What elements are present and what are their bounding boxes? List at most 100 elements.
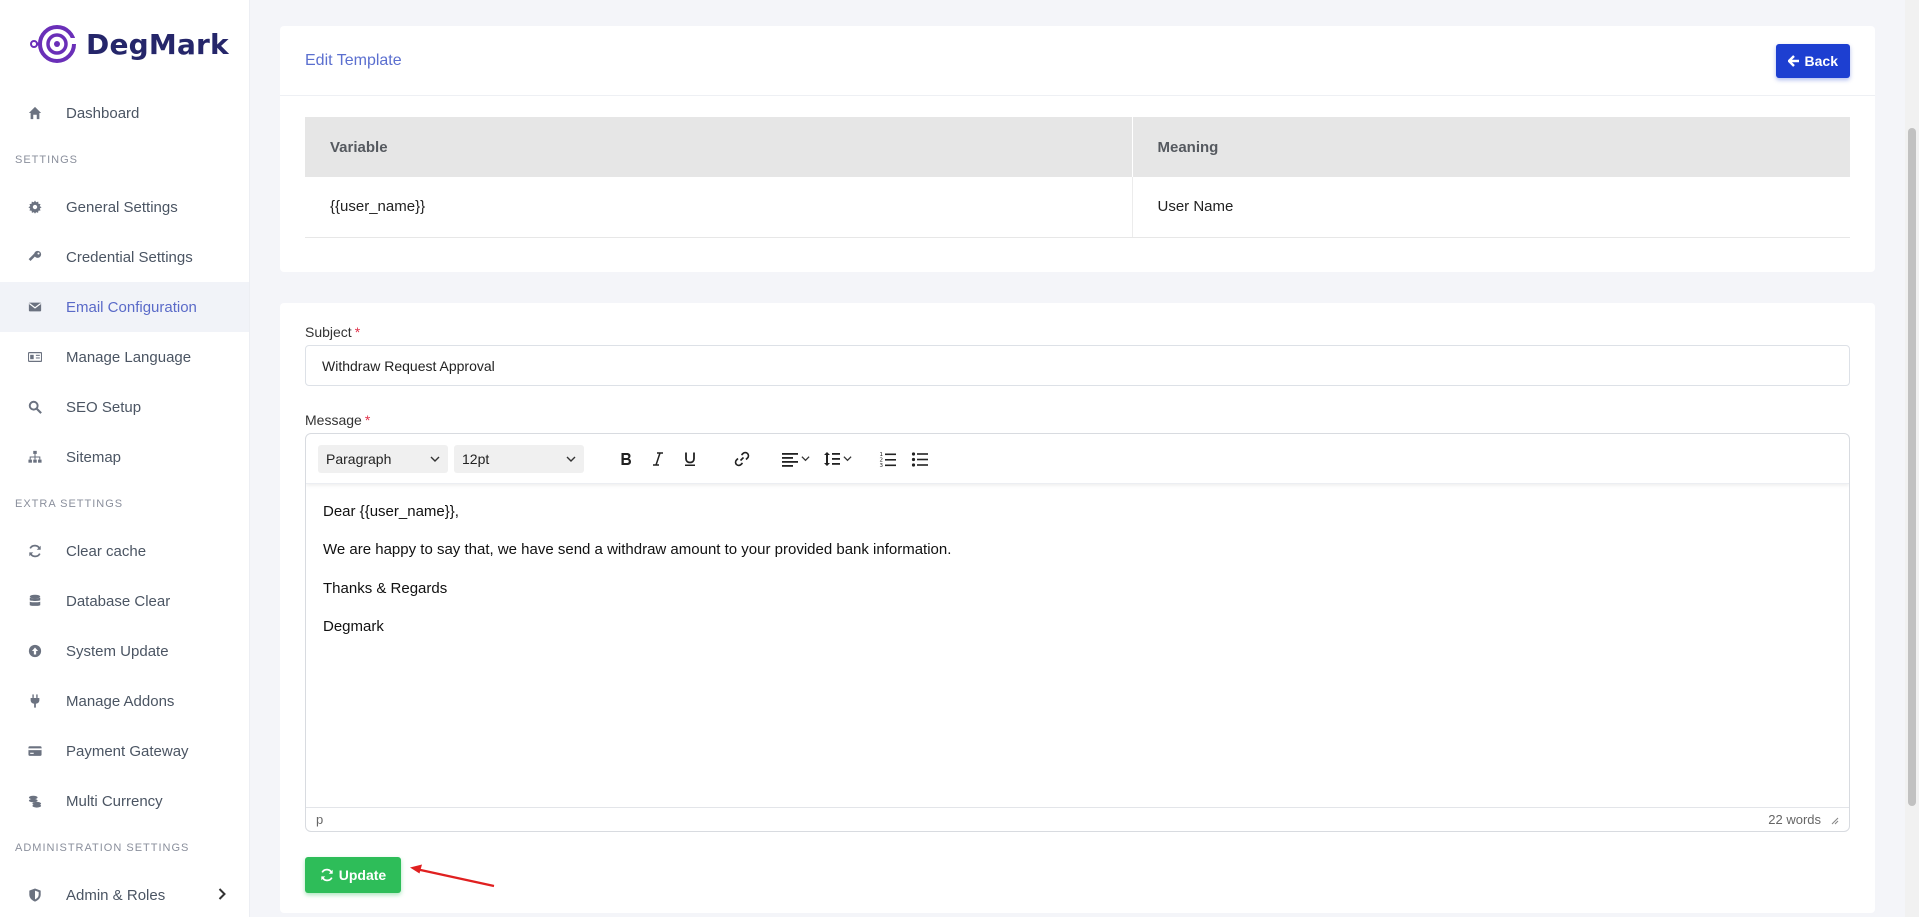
svg-text:3: 3 [880, 463, 884, 468]
italic-button[interactable] [642, 444, 674, 474]
sidebar-item-label: Credential Settings [66, 248, 193, 266]
brand-name: DegMark [86, 27, 229, 61]
section-title-administration-settings: ADMINISTRATION SETTINGS [15, 842, 190, 854]
numbered-list-button[interactable]: 123 [872, 444, 904, 474]
page-scrollbar[interactable] [1905, 0, 1919, 917]
sidebar-item-label: Sitemap [66, 448, 122, 466]
align-left-icon [781, 452, 798, 467]
upload-icon [28, 644, 42, 658]
sidebar-item-label: General Settings [66, 198, 178, 216]
card-header: Edit Template Back [280, 26, 1875, 96]
sidebar-item-multi-currency[interactable]: Multi Currency [0, 776, 249, 826]
editor-toolbar: Paragraph 12pt 1 2 3 [306, 434, 1849, 484]
link-button[interactable] [726, 444, 758, 474]
sidebar-item-manage-language[interactable]: Manage Language [0, 332, 249, 382]
bullet-list-button[interactable] [904, 444, 936, 474]
sidebar-item-admin-roles[interactable]: Admin & Roles [0, 870, 249, 917]
template-form-card: Subject * Withdraw Request Approval Messa… [280, 303, 1875, 913]
subject-input-value: Withdraw Request Approval [322, 357, 495, 374]
sidebar-item-label: Manage Addons [66, 692, 175, 710]
sidebar-item-credential-settings[interactable]: Credential Settings [0, 232, 249, 282]
column-header-variable: Variable [305, 117, 1133, 177]
back-button[interactable]: Back [1775, 43, 1850, 78]
home-icon [28, 106, 42, 120]
sidebar-item-database-clear[interactable]: Database Clear [0, 576, 249, 626]
database-icon [28, 594, 42, 608]
subject-input[interactable]: Withdraw Request Approval [305, 345, 1850, 386]
element-path[interactable]: p [316, 812, 323, 827]
update-button[interactable]: Update [305, 857, 401, 893]
sidebar-item-label: Admin & Roles [66, 886, 166, 904]
sidebar-item-label: Dashboard [66, 104, 140, 122]
editor-paragraph: We are happy to say that, we have send a… [323, 541, 952, 559]
sidebar-item-clear-cache[interactable]: Clear cache [0, 526, 249, 576]
key-icon [28, 250, 42, 264]
sidebar-item-label: Multi Currency [66, 792, 163, 810]
font-size-value: 12pt [462, 450, 490, 467]
editor-content[interactable]: Dear {{user_name}}, We are happy to say … [306, 484, 1849, 673]
back-button-label: Back [1804, 52, 1838, 69]
block-format-select[interactable]: Paragraph [318, 444, 448, 473]
chevron-down-icon [430, 456, 440, 462]
section-title-extra-settings: EXTRA SETTINGS [15, 498, 124, 510]
sidebar-item-label: Email Configuration [66, 298, 197, 316]
refresh-icon [321, 868, 333, 882]
rich-text-editor: Paragraph 12pt 1 2 3 Dear {{user_name}},… [305, 433, 1850, 832]
sidebar-item-label: Manage Language [66, 348, 192, 366]
refresh-icon [28, 544, 42, 558]
column-header-meaning: Meaning [1132, 117, 1850, 177]
line-height-dropdown-button[interactable] [816, 444, 858, 474]
brand-logo[interactable]: DegMark [0, 0, 249, 88]
bullet-list-icon [911, 451, 928, 467]
sidebar-item-label: Database Clear [66, 592, 171, 610]
message-label: Message * [305, 412, 370, 428]
sidebar-item-system-update[interactable]: System Update [0, 626, 249, 676]
bold-icon [621, 452, 631, 465]
sidebar-item-general-settings[interactable]: General Settings [0, 182, 249, 232]
template-variables-card: Edit Template Back Variable Meaning {{us… [280, 26, 1875, 272]
chevron-down-icon [800, 456, 810, 462]
subject-label-text: Subject [305, 324, 352, 340]
resize-handle-icon[interactable] [1829, 815, 1839, 825]
sidebar-item-sitemap[interactable]: Sitemap [0, 432, 249, 482]
annotation-arrow [410, 864, 495, 888]
font-size-select[interactable]: 12pt [454, 444, 584, 473]
statusbar-right: 22 words [1768, 812, 1839, 827]
table-row: {{user_name}} User Name [305, 177, 1850, 238]
table-header-row: Variable Meaning [305, 117, 1850, 177]
italic-icon [653, 451, 663, 466]
sidebar-item-label: Clear cache [66, 542, 147, 560]
sidebar-item-manage-addons[interactable]: Manage Addons [0, 676, 249, 726]
sidebar-item-email-configuration[interactable]: Email Configuration [0, 282, 249, 332]
bold-button[interactable] [610, 444, 642, 474]
editor-paragraph: Thanks & Regards [323, 579, 448, 597]
section-title-settings: SETTINGS [15, 154, 79, 166]
required-mark: * [354, 324, 361, 340]
update-button-label: Update [338, 867, 387, 883]
sidebar-item-dashboard[interactable]: Dashboard [0, 88, 249, 138]
word-count[interactable]: 22 words [1768, 812, 1821, 827]
cell-meaning: User Name [1132, 177, 1850, 238]
subject-label: Subject * [305, 324, 360, 340]
chevron-down-icon [842, 456, 852, 462]
scrollbar-thumb[interactable] [1908, 128, 1916, 806]
sidebar-item-seo-setup[interactable]: SEO Setup [0, 382, 249, 432]
underline-button[interactable] [674, 444, 706, 474]
align-dropdown-button[interactable] [774, 444, 816, 474]
chevron-right-icon [215, 887, 229, 901]
sitemap-icon [28, 450, 42, 464]
envelope-icon [28, 300, 42, 314]
gear-icon [28, 200, 42, 214]
sidebar-item-payment-gateway[interactable]: Payment Gateway [0, 726, 249, 776]
language-icon [28, 350, 42, 364]
block-format-value: Paragraph [326, 450, 392, 467]
chevron-down-icon [566, 456, 576, 462]
brand-logo-icon [30, 25, 80, 63]
editor-statusbar: p 22 words [306, 807, 1849, 831]
line-height-icon [823, 451, 840, 466]
numbered-list-icon: 123 [880, 452, 896, 468]
editor-paragraph: Dear {{user_name}}, [323, 503, 459, 520]
sidebar-item-label: System Update [66, 642, 169, 660]
coins-icon [28, 794, 42, 808]
variables-table: Variable Meaning {{user_name}} User Name [305, 117, 1850, 238]
